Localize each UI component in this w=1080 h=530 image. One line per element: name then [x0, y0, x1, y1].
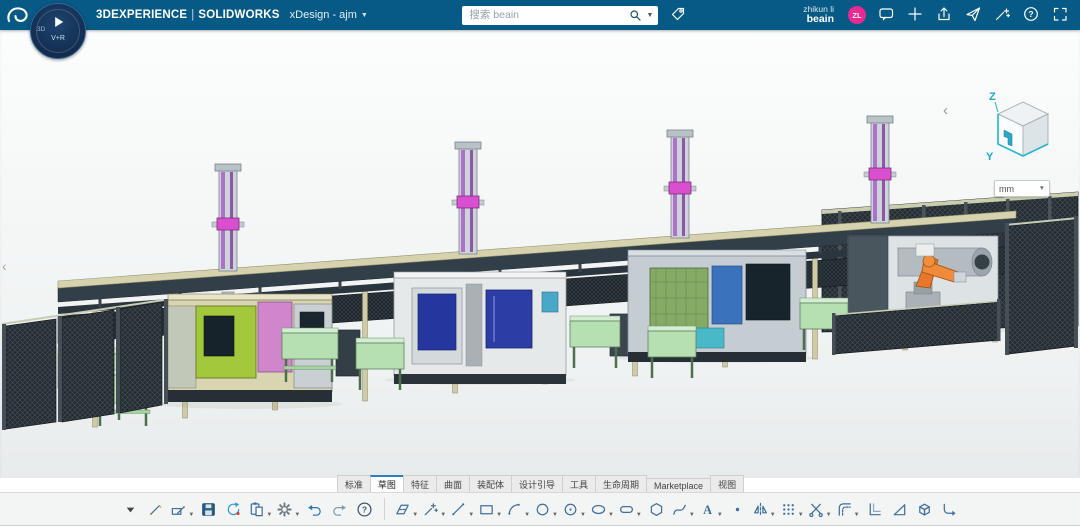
user-name: zhikun li: [803, 3, 834, 14]
save-button[interactable]: [196, 497, 221, 522]
topbar-icon-row: ?: [876, 5, 1070, 25]
polygon-tool-button[interactable]: [644, 497, 669, 522]
brand-3dexperience: 3DEXPERIENCE: [96, 9, 188, 21]
xdesign-app: 3DEXPERIENCE | SOLIDWORKS xDesign - ajm ▼ …: [0, 0, 1080, 530]
actions-icon[interactable]: [992, 5, 1012, 25]
circle-tool-button[interactable]: ▼: [532, 497, 560, 522]
viewport-3d[interactable]: ‹ ‹ Z Y mm ▼: [0, 30, 1080, 478]
exit-sketch-3d-button[interactable]: [912, 497, 937, 522]
unit-caret-icon: ▼: [1038, 185, 1045, 192]
sketch-toolbar: ▼ ▼ ▼? ▼ ▼ ▼ ▼ ▼ ▼ ▼ ▼ ▼ ▼ A ▼ ▼ ▼ ▼ ▼: [0, 492, 1080, 526]
3dexperience-compass[interactable]: V+R 3D: [30, 3, 86, 59]
green-cart-6[interactable]: [647, 325, 697, 378]
model-3d-scene[interactable]: [0, 30, 1080, 478]
sketch-text-button[interactable]: A ▼: [697, 497, 725, 522]
arc-tool-button[interactable]: ▼: [504, 497, 532, 522]
paste-button[interactable]: ▼: [246, 497, 274, 522]
left-panel-toggle[interactable]: ‹: [2, 258, 7, 274]
reorient-corner-button[interactable]: [937, 497, 962, 522]
mirror-entities-button[interactable]: ▼: [750, 497, 778, 522]
svg-text:?: ?: [362, 504, 367, 514]
cnc-machine-2[interactable]: [393, 271, 567, 384]
settings-button[interactable]: ▼: [274, 497, 302, 522]
app-name: xDesign - ajm: [289, 9, 357, 21]
axis-y-label[interactable]: Y: [986, 151, 994, 163]
offset-entities-button[interactable]: ▼: [834, 497, 862, 522]
help-button[interactable]: ?: [352, 497, 377, 522]
line-tool-button[interactable]: ▼: [448, 497, 476, 522]
instant-sketch-button[interactable]: ▼: [420, 497, 448, 522]
avatar-initials: ZL: [852, 10, 862, 20]
point-tool-button[interactable]: [725, 497, 750, 522]
unit-dropdown[interactable]: mm ▼: [994, 180, 1050, 197]
view-cube[interactable]: Z Y: [984, 88, 1066, 170]
add-icon[interactable]: [905, 5, 925, 25]
compass-center-label: V+R: [51, 35, 65, 42]
assistant-icon[interactable]: [876, 5, 896, 25]
edit-sketch-button[interactable]: ▼: [168, 497, 196, 522]
fullscreen-icon[interactable]: [1050, 5, 1070, 25]
share-icon[interactable]: [934, 5, 954, 25]
svg-text:A: A: [703, 502, 712, 516]
undo-button[interactable]: [302, 497, 327, 522]
app-menu[interactable]: xDesign - ajm ▼: [290, 9, 368, 21]
slot-tool-button[interactable]: ▼: [616, 497, 644, 522]
avatar[interactable]: ZL: [848, 6, 866, 24]
spline-tool-button[interactable]: ▼: [669, 497, 697, 522]
ellipse-tool-button[interactable]: ▼: [588, 497, 616, 522]
safety-fence-right-front[interactable]: [1004, 216, 1079, 355]
new-sketch-button[interactable]: [143, 497, 168, 522]
tag-icon[interactable]: [668, 5, 688, 25]
perimeter-circle-button[interactable]: ▼: [560, 497, 588, 522]
search-icon[interactable]: [629, 9, 642, 22]
top-bar: 3DEXPERIENCE | SOLIDWORKS xDesign - ajm ▼ …: [0, 0, 1080, 30]
send-icon[interactable]: [963, 5, 983, 25]
user-space: beain: [806, 12, 834, 25]
green-cart-5[interactable]: [569, 315, 621, 368]
search-scope-caret-icon[interactable]: ▼: [646, 12, 653, 19]
update-button[interactable]: [221, 497, 246, 522]
dimension-tool-button[interactable]: [887, 497, 912, 522]
convert-entities-button[interactable]: [862, 497, 887, 522]
svg-text:?: ?: [1028, 9, 1033, 19]
redo-button[interactable]: [327, 497, 352, 522]
global-search[interactable]: ▼: [462, 5, 659, 25]
toolbar-separator: [384, 498, 386, 520]
brand-divider: |: [191, 9, 195, 21]
sketch-pattern-button[interactable]: ▼: [778, 497, 806, 522]
unit-label: mm: [999, 183, 1014, 194]
search-input[interactable]: [467, 8, 626, 22]
chevron-down-icon: ▼: [360, 11, 368, 19]
compass-play-icon[interactable]: [55, 17, 64, 27]
sketch-plane-button[interactable]: ▼: [392, 497, 420, 522]
bottom-strip: [0, 526, 1080, 530]
rectangle-tool-button[interactable]: ▼: [476, 497, 504, 522]
brand-solidworks: SOLIDWORKS: [198, 9, 280, 21]
axis-z-label[interactable]: Z: [989, 91, 996, 103]
right-panel-collapse[interactable]: ‹: [943, 102, 948, 119]
brand-text: 3DEXPERIENCE | SOLIDWORKS: [96, 9, 280, 21]
help-icon[interactable]: ?: [1021, 5, 1041, 25]
overflow-caret-button[interactable]: [118, 497, 143, 522]
trim-entities-button[interactable]: ▼: [806, 497, 834, 522]
compass-3d-quadrant-label: 3D: [37, 26, 46, 33]
user-info[interactable]: zhikun li beain: [803, 3, 834, 26]
